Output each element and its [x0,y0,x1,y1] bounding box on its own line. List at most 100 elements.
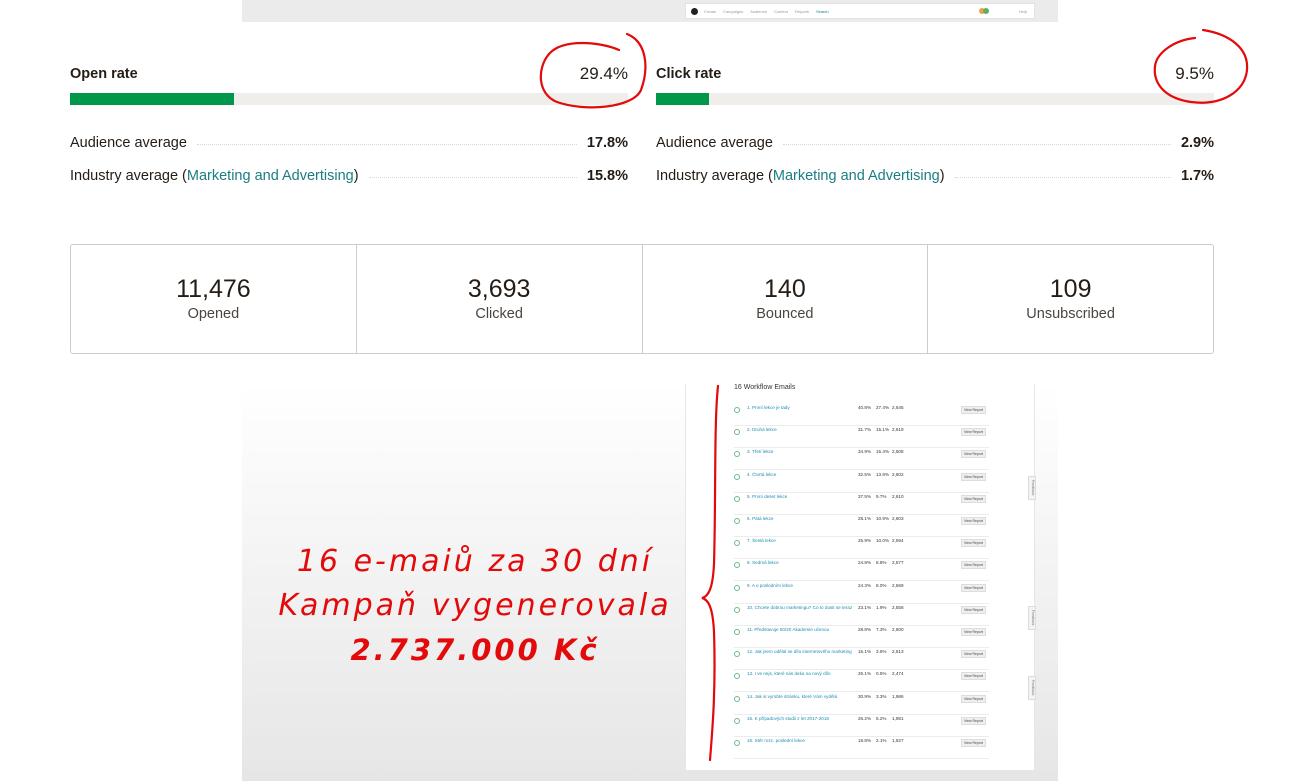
industry-link[interactable]: Marketing and Advertising [773,168,940,184]
workflow-email-name[interactable]: 4. Čtvrtá lekce [747,472,852,477]
mini-app-nav: Create Campaigns Audience Content Report… [685,3,1035,19]
view-report-button[interactable]: View Report [961,716,986,725]
email-open-value: 34.9% [858,449,872,455]
workflow-email-row: 4. Čtvrtá lekce 32.5% 13.8% 2,602 View Repor… [734,471,989,493]
email-sent-value: 2,569 [892,582,904,588]
click-rate-bar [656,93,1214,105]
view-report-button[interactable]: View Report [961,650,986,659]
workflow-email-row: 10. Chcete dobrou marketingu? Co to dusi… [734,604,989,626]
email-click-value: 8.0% [876,582,887,588]
workflow-email-name[interactable]: 12. Jak jsem udělal se dílo internetovéh… [747,649,852,654]
avatar-icon [982,8,989,14]
email-status-icon [734,562,740,569]
workflow-email-row: 11. Představuje 50/20 Akademie učenou 28.… [734,626,989,648]
mini-nav-item: Audience [750,8,767,14]
email-sent-value: 2,558 [892,604,904,610]
email-sent-value: 2,645 [892,405,904,410]
view-report-button[interactable]: View Report [961,672,986,681]
workflow-email-name[interactable]: 5. První deset lekce [747,494,852,499]
workflow-email-name[interactable]: 14. Jak si vyrobte stránku, které Vám vy… [747,694,852,699]
industry-link[interactable]: Marketing and Advertising [187,168,354,184]
email-click-value: 15.1% [876,427,890,433]
click-rate-bar-fill [656,93,709,105]
email-open-value: 24.8% [858,560,872,566]
email-status-icon [734,407,740,413]
email-status-icon [734,695,740,702]
feedback-tab[interactable]: Feedback [1028,606,1036,630]
workflow-email-name[interactable]: 15. K případových studii z let 2017-2018 [747,716,852,721]
workflow-email-name[interactable]: 16. Stěr rozc. poslední lekce [747,738,852,743]
slogan-line-3: 2.737.000 Kč [350,633,600,667]
stat-label: Unsubscribed [1026,306,1115,322]
view-report-button[interactable]: View Report [961,583,986,592]
workflow-email-name[interactable]: 7. Šestá lekce [747,538,852,543]
workflow-email-name[interactable]: 13. I ve nejs, které nás deka na nový dí… [747,671,852,676]
view-report-button[interactable]: View Report [961,450,986,459]
email-status-icon [734,740,740,746]
workflow-email-row: 1. První lekce je tady 40.8% 27.4% 2,645 Vie… [734,404,989,426]
workflow-email-name[interactable]: 8. Sedmá lekce [747,560,852,565]
email-click-value: 8.8% [876,560,887,566]
slogan-line-2: Kampaň vygenerovala [278,588,672,623]
email-status-icon [734,540,740,547]
email-status-icon [734,451,740,458]
open-industry-average-row: Industry average (Marketing and Advertis… [70,159,628,192]
email-open-value: 40.8% [858,405,872,410]
workflow-email-name[interactable]: 11. Představuje 50/20 Akademie učenou [747,627,852,632]
email-click-value: 7.3% [876,627,887,632]
workflow-email-row: 16. Stěr rozc. poslední lekce 18.8% 2.1% 1,… [734,737,989,759]
stat-value: 109 [1049,275,1092,303]
email-status-icon [734,651,740,658]
email-sent-value: 2,474 [892,671,904,677]
workflow-email-name[interactable]: 3. Třetí lekce [747,449,852,454]
stat-value: 3,693 [467,275,531,303]
email-status-icon [734,584,740,591]
open-rate-value: 29.4% [579,64,628,83]
view-report-button[interactable]: View Report [961,739,986,747]
email-sent-value: 2,608 [892,449,904,455]
email-sent-value: 2,513 [892,649,904,655]
workflow-email-name[interactable]: 9. A o posledním lekce [747,583,852,588]
workflow-email-row: 2. Druhá lekce 31.7% 15.1% 2,619 View Report [734,426,989,449]
mini-nav-help: Help [1018,8,1027,14]
email-click-value: 9.7% [876,493,887,499]
stat-label: Bounced [756,306,814,322]
slogan-line-1: 16 e-maiů za 30 dní [296,544,654,579]
email-click-value: 2.1% [876,738,887,743]
click-rate-label: Click rate [656,66,722,82]
view-report-button[interactable]: View Report [961,494,986,503]
workflow-email-name[interactable]: 6. Pátá lekce [747,516,852,521]
feedback-tab[interactable]: Feedback [1028,676,1036,700]
email-open-value: 37.5% [858,493,872,499]
click-rate-panel: Click rate 9.5% Audience average 2.9% In… [656,60,1214,192]
view-report-button[interactable]: View Report [961,472,986,481]
view-report-button[interactable]: View Report [961,694,986,703]
campaign-stats: 11,476 Opened 3,693 Clicked 140 Bounced … [70,244,1214,354]
email-click-value: 10.9% [876,516,890,521]
view-report-button[interactable]: View Report [961,539,986,548]
view-report-button[interactable]: View Report [961,517,986,525]
view-report-button[interactable]: View Report [961,605,986,614]
view-report-button[interactable]: View Report [961,561,986,570]
open-audience-average-row: Audience average 17.8% [70,126,628,159]
stat-bounced: 140 Bounced [643,245,929,353]
email-status-icon [734,473,740,480]
mini-nav-item: Create [704,8,717,14]
workflow-email-name[interactable]: 2. Druhá lekce [747,427,852,432]
email-open-value: 25.1% [858,671,872,677]
view-report-button[interactable]: View Report [961,428,986,437]
workflow-email-name[interactable]: 10. Chcete dobrou marketingu? Co to dusi… [747,605,852,610]
email-status-icon [734,673,740,680]
workflow-email-row: 14. Jak si vyrobte stránku, které Vám vy… [734,693,989,715]
email-click-value: 27.4% [876,405,890,410]
view-report-button[interactable]: View Report [961,406,986,414]
email-sent-value: 1,927 [892,738,904,743]
view-report-button[interactable]: View Report [961,628,986,636]
email-sent-value: 2,610 [892,493,904,499]
email-sent-value: 2,594 [892,538,904,544]
open-rate-bar-fill [70,93,235,105]
mini-nav-item: Campaigns [723,8,744,14]
email-open-value: 26.2% [858,715,872,721]
feedback-tab[interactable]: Feedback [1028,476,1036,500]
workflow-email-name[interactable]: 1. První lekce je tady [747,405,852,410]
